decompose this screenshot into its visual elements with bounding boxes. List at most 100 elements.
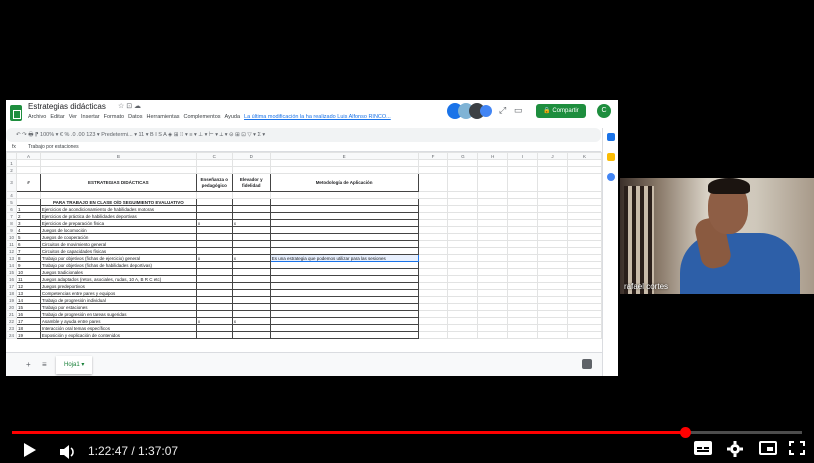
method-cell[interactable] [269,212,419,220]
strategy-name[interactable]: Interacción oral temas específicos [39,324,197,332]
header-e[interactable]: Metodología de Aplicación [269,173,419,192]
cell[interactable] [567,268,602,276]
volume-icon[interactable] [60,445,76,463]
row-number[interactable]: 8 [6,219,17,227]
document-title[interactable]: Estrategias didácticas [28,102,106,111]
cell[interactable] [537,198,568,206]
strategy-name[interactable]: Ejercicios de acondicionamiento de habil… [39,205,197,213]
cell[interactable] [567,331,602,339]
cell[interactable] [231,191,271,199]
mark-c[interactable] [195,268,233,276]
mark-c[interactable] [195,233,233,241]
cell[interactable] [567,233,602,241]
method-cell[interactable] [269,205,419,213]
cell[interactable] [507,282,539,290]
cell[interactable] [447,282,479,290]
header-d[interactable]: Elevador y fidelidad [231,173,271,192]
strategy-name[interactable]: Juegos tradicionales [39,268,197,276]
cell[interactable] [231,166,271,174]
menu-item-insertar[interactable]: Insertar [81,114,100,120]
cell[interactable] [567,282,602,290]
mark-d[interactable] [231,275,271,283]
cell[interactable] [477,205,509,213]
cell[interactable] [507,310,539,318]
sheets-logo-icon[interactable] [10,105,22,121]
cell[interactable] [477,275,509,283]
cell[interactable] [537,247,568,255]
cell[interactable] [195,198,233,206]
mark-d[interactable] [231,324,271,332]
cell[interactable] [567,226,602,234]
strategy-number[interactable]: 10 [15,268,41,276]
strategy-number[interactable]: 16 [15,310,41,318]
column-header[interactable]: B [39,152,197,160]
mark-c[interactable] [195,261,233,269]
cell[interactable] [447,226,479,234]
method-cell[interactable] [269,226,419,234]
cell[interactable] [417,331,449,339]
menu-item-datos[interactable]: Datos [128,114,142,120]
cell[interactable] [477,159,509,167]
strategy-name[interactable]: Asamble y ayuda entre pares [39,317,197,325]
cell[interactable] [477,310,509,318]
cell[interactable] [417,254,449,262]
menu-item-archivo[interactable]: Archivo [28,114,46,120]
row-number[interactable]: 18 [6,289,17,297]
cell[interactable] [477,233,509,241]
cell[interactable] [447,212,479,220]
row-number[interactable]: 4 [6,191,17,199]
cell[interactable] [477,191,509,199]
cell[interactable] [567,324,602,332]
mark-c[interactable] [195,247,233,255]
menu-item-ver[interactable]: Ver [69,114,77,120]
cell[interactable] [417,303,449,311]
scrubber-knob[interactable] [680,427,692,438]
star-move-cloud-icons[interactable]: ☆ ⊡ ☁ [118,102,141,110]
cell[interactable] [417,159,449,167]
strategy-number[interactable]: 8 [15,254,41,262]
cell[interactable] [447,159,479,167]
mark-c[interactable] [195,296,233,304]
add-sheet-button[interactable]: + [26,360,31,369]
cell[interactable] [477,219,509,227]
miniplayer-icon[interactable] [759,441,777,461]
cell[interactable] [15,159,41,167]
cell[interactable] [447,198,479,206]
method-cell[interactable] [269,282,419,290]
cell[interactable] [507,268,539,276]
mark-d[interactable] [231,303,271,311]
cell[interactable] [15,191,41,199]
cell[interactable] [417,275,449,283]
cell[interactable] [567,173,602,192]
cell[interactable] [231,198,271,206]
cell[interactable] [537,275,568,283]
cell[interactable] [447,310,479,318]
cell[interactable] [417,173,449,192]
cell[interactable] [507,254,539,262]
cell[interactable] [417,310,449,318]
menu-item-editar[interactable]: Editar [50,114,64,120]
cell[interactable] [507,317,539,325]
cell[interactable] [537,268,568,276]
cell[interactable] [537,219,568,227]
mark-c[interactable] [195,282,233,290]
strategy-name[interactable]: Trabajo por estaciones [39,303,197,311]
cell[interactable] [507,324,539,332]
cell[interactable] [417,166,449,174]
fullscreen-icon[interactable] [789,441,805,461]
cell[interactable] [567,310,602,318]
play-icon[interactable] [24,443,36,457]
comments-icon[interactable]: ▭ [514,105,523,116]
mark-c[interactable]: x [195,219,233,227]
collaborator-avatar[interactable] [480,105,492,117]
mark-d[interactable] [231,233,271,241]
cell[interactable] [39,191,197,199]
cell[interactable] [417,198,449,206]
strategy-number[interactable]: 15 [15,303,41,311]
row-number[interactable]: 1 [6,159,17,167]
cell[interactable] [537,205,568,213]
row-number[interactable]: 5 [6,198,17,206]
method-cell[interactable] [269,317,419,325]
mark-d[interactable] [231,268,271,276]
mark-d[interactable]: x [231,254,271,262]
